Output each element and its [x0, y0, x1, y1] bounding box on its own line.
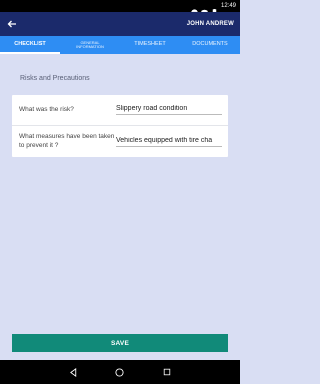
tab-timesheet[interactable]: TIMESHEET [120, 36, 180, 54]
recent-apps-icon[interactable] [162, 367, 172, 377]
system-navigation-bar [0, 360, 240, 384]
status-bar: 12:49 [0, 0, 240, 16]
form-row-measures: What measures have been taken to prevent… [12, 126, 228, 157]
tab-general-information[interactable]: GENERAL INFORMATION [60, 36, 120, 54]
user-name: JOHN ANDREW [186, 21, 234, 27]
app-bar: JOHN ANDREW [0, 12, 240, 36]
risk-question-label: What was the risk? [19, 105, 74, 113]
back-arrow-icon[interactable] [6, 18, 18, 30]
tab-label: TIMESHEET [134, 41, 166, 48]
back-icon[interactable] [68, 367, 78, 377]
section-title: Risks and Precautions [20, 75, 90, 82]
risk-form-card: What was the risk? Slippery road conditi… [12, 95, 228, 157]
tab-bar: CHECKLIST GENERAL INFORMATION TIMESHEET … [0, 36, 240, 54]
home-icon[interactable] [115, 367, 125, 377]
do-not-disturb-icon [191, 3, 198, 16]
wifi-icon [200, 3, 208, 15]
form-row-risk: What was the risk? Slippery road conditi… [12, 95, 228, 126]
risk-answer-value: Slippery road condition [116, 105, 222, 115]
status-time: 12:49 [220, 3, 236, 9]
measures-answer-value: Vehicles equipped with tire cha [116, 137, 222, 147]
tab-label: GENERAL INFORMATION [76, 39, 104, 49]
tab-label: DOCUMENTS [192, 41, 228, 48]
measures-question-label: What measures have been taken to prevent… [19, 133, 115, 149]
battery-icon [211, 3, 218, 16]
tab-documents[interactable]: DOCUMENTS [180, 36, 240, 54]
tab-label: CHECKLIST [14, 41, 46, 48]
measures-answer-field[interactable]: Vehicles equipped with tire cha [116, 137, 228, 147]
tab-checklist[interactable]: CHECKLIST [0, 36, 60, 54]
risk-answer-field[interactable]: Slippery road condition [116, 105, 228, 115]
save-button[interactable]: SAVE [12, 334, 228, 352]
